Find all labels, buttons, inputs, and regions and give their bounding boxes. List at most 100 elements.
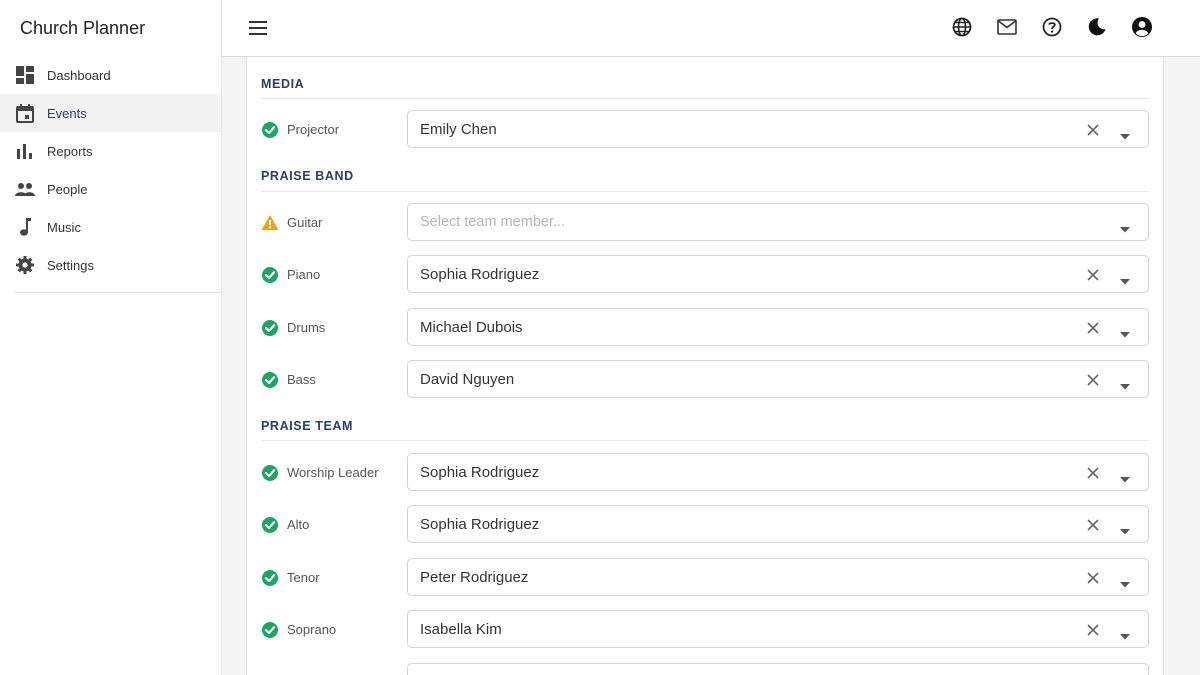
role-label: Soprano bbox=[287, 622, 337, 637]
clear-icon[interactable] bbox=[1086, 571, 1100, 585]
team-member-select[interactable]: Emily Chen bbox=[407, 110, 1149, 148]
help-icon[interactable] bbox=[1040, 15, 1064, 39]
account-icon[interactable] bbox=[1130, 15, 1154, 39]
team-member-select[interactable]: Isabella Kim bbox=[407, 610, 1149, 648]
assignment-row-soprano: Soprano Isabella Kim bbox=[261, 610, 1149, 648]
role-label: Bass bbox=[287, 372, 316, 387]
mail-icon[interactable] bbox=[995, 15, 1019, 39]
chevron-down-icon[interactable] bbox=[1120, 325, 1130, 338]
check-circle-icon bbox=[261, 266, 279, 284]
check-circle-icon bbox=[261, 621, 279, 639]
chevron-down-icon[interactable] bbox=[1120, 272, 1130, 285]
chevron-down-icon[interactable] bbox=[1120, 220, 1130, 233]
section-title-media: MEDIA bbox=[261, 77, 305, 91]
globe-icon[interactable] bbox=[950, 15, 974, 39]
role-label: Drums bbox=[287, 320, 326, 335]
role-label: Alto bbox=[287, 517, 310, 532]
team-member-select[interactable]: Select team member... bbox=[407, 203, 1149, 241]
assignment-row-drums: Drums Michael Dubois bbox=[261, 308, 1149, 346]
chevron-down-icon[interactable] bbox=[1120, 575, 1130, 588]
role-label: Guitar bbox=[287, 215, 323, 230]
check-circle-icon bbox=[261, 371, 279, 389]
music-note-icon bbox=[15, 217, 35, 237]
team-member-select[interactable]: David Nguyen bbox=[407, 360, 1149, 398]
team-member-select[interactable] bbox=[407, 663, 1149, 675]
selected-member: David Nguyen bbox=[420, 371, 515, 388]
team-member-select[interactable]: Sophia Rodriguez bbox=[407, 255, 1149, 293]
app-window: Church Planner Dashboard Events Reports bbox=[0, 0, 1200, 675]
assignment-row-tenor: Tenor Peter Rodriguez bbox=[261, 558, 1149, 596]
selected-member: Sophia Rodriguez bbox=[420, 464, 540, 481]
menu-icon[interactable] bbox=[246, 16, 270, 40]
people-icon bbox=[15, 179, 35, 199]
chevron-down-icon[interactable] bbox=[1120, 377, 1130, 390]
sidebar-item-label: Events bbox=[47, 105, 87, 121]
chevron-down-icon[interactable] bbox=[1120, 127, 1130, 140]
sidebar-nav: Dashboard Events Reports People Music Se… bbox=[0, 56, 221, 284]
assignment-row-piano: Piano Sophia Rodriguez bbox=[261, 255, 1149, 293]
team-member-select[interactable]: Sophia Rodriguez bbox=[407, 453, 1149, 491]
role-label: Tenor bbox=[287, 570, 320, 585]
selected-member: Isabella Kim bbox=[420, 621, 502, 638]
sidebar-item-reports[interactable]: Reports bbox=[0, 132, 221, 170]
clear-icon[interactable] bbox=[1086, 123, 1100, 137]
dark-mode-icon[interactable] bbox=[1085, 15, 1109, 39]
assignment-row-alto: Alto Sophia Rodriguez bbox=[261, 505, 1149, 543]
chevron-down-icon[interactable] bbox=[1120, 627, 1130, 640]
selected-member: Emily Chen bbox=[420, 121, 497, 138]
sidebar-item-label: Dashboard bbox=[47, 67, 111, 83]
section-divider bbox=[261, 98, 1149, 99]
assignment-row-worship-leader: Worship Leader Sophia Rodriguez bbox=[261, 453, 1149, 491]
bar-chart-icon bbox=[15, 141, 35, 161]
assignment-row-bass: Bass David Nguyen bbox=[261, 360, 1149, 398]
check-circle-icon bbox=[261, 121, 279, 139]
clear-icon[interactable] bbox=[1086, 518, 1100, 532]
dashboard-icon bbox=[15, 65, 35, 85]
clear-icon[interactable] bbox=[1086, 466, 1100, 480]
gear-icon bbox=[15, 255, 35, 275]
check-circle-icon bbox=[261, 569, 279, 587]
app-title: Church Planner bbox=[20, 17, 146, 38]
check-circle-icon bbox=[261, 516, 279, 534]
sidebar-item-label: Reports bbox=[47, 143, 93, 159]
assignment-row-guitar: Guitar Select team member... bbox=[261, 203, 1149, 241]
sidebar-item-music[interactable]: Music bbox=[0, 208, 221, 246]
selected-member: Sophia Rodriguez bbox=[420, 516, 540, 533]
sidebar-item-dashboard[interactable]: Dashboard bbox=[0, 56, 221, 94]
select-placeholder: Select team member... bbox=[420, 214, 566, 230]
clear-icon[interactable] bbox=[1086, 373, 1100, 387]
check-circle-icon bbox=[261, 464, 279, 482]
top-bar bbox=[222, 0, 1200, 57]
assignment-row-projector: Projector Emily Chen bbox=[261, 110, 1149, 148]
role-label: Projector bbox=[287, 122, 340, 137]
sidebar-divider bbox=[15, 292, 221, 293]
calendar-icon bbox=[15, 103, 35, 123]
role-label: Piano bbox=[287, 267, 321, 282]
event-assignment-card: MEDIA Projector Emily Chen PRAISE BAND Guita… bbox=[246, 57, 1164, 675]
sidebar-item-label: Music bbox=[47, 219, 81, 235]
sidebar-item-people[interactable]: People bbox=[0, 170, 221, 208]
team-member-select[interactable]: Sophia Rodriguez bbox=[407, 505, 1149, 543]
team-member-select[interactable]: Peter Rodriguez bbox=[407, 558, 1149, 596]
team-member-select[interactable]: Michael Dubois bbox=[407, 308, 1149, 346]
clear-icon[interactable] bbox=[1086, 268, 1100, 282]
clear-icon[interactable] bbox=[1086, 623, 1100, 637]
chevron-down-icon[interactable] bbox=[1120, 470, 1130, 483]
section-divider bbox=[261, 440, 1149, 441]
sidebar-item-label: People bbox=[47, 181, 88, 197]
warning-icon bbox=[261, 214, 279, 232]
selected-member: Peter Rodriguez bbox=[420, 569, 529, 586]
chevron-down-icon[interactable] bbox=[1120, 522, 1130, 535]
sidebar-item-label: Settings bbox=[47, 257, 94, 273]
sidebar: Church Planner Dashboard Events Reports bbox=[0, 0, 222, 675]
sidebar-item-events[interactable]: Events bbox=[0, 94, 221, 132]
main-content: MEDIA Projector Emily Chen PRAISE BAND Guita… bbox=[222, 57, 1200, 675]
selected-member: Sophia Rodriguez bbox=[420, 266, 540, 283]
section-divider bbox=[261, 191, 1149, 192]
role-label: Worship Leader bbox=[287, 465, 379, 480]
check-circle-icon bbox=[261, 319, 279, 337]
clear-icon[interactable] bbox=[1086, 321, 1100, 335]
selected-member: Michael Dubois bbox=[420, 319, 523, 336]
sidebar-item-settings[interactable]: Settings bbox=[0, 246, 221, 284]
section-title-praise-team: PRAISE TEAM bbox=[261, 419, 354, 433]
